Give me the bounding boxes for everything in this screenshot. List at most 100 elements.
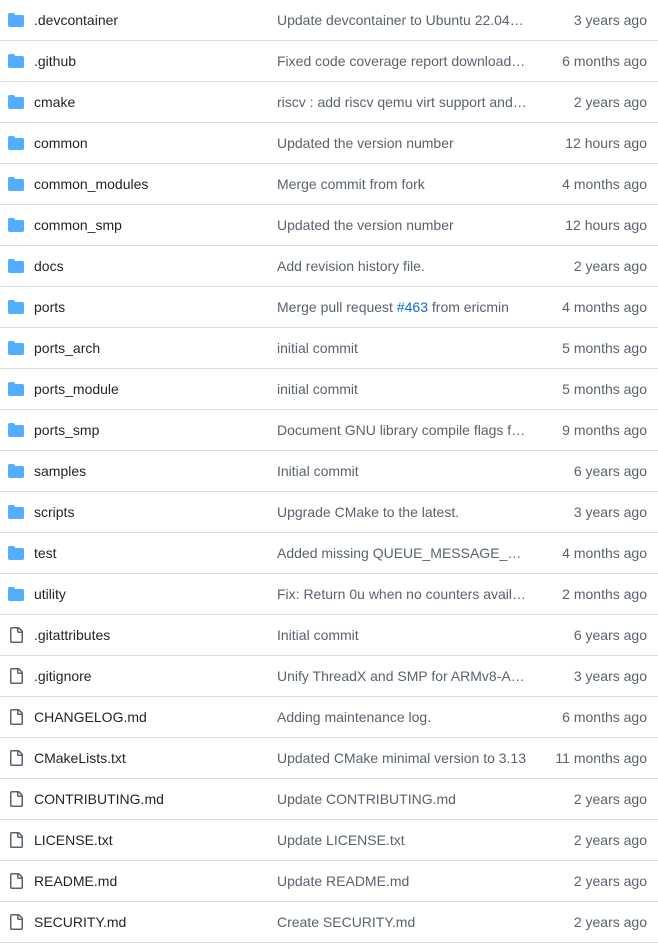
commit-age: 11 months ago [555,750,647,766]
table-row: ports_module initial commit 5 months ago [0,369,658,410]
file-name-link[interactable]: ports_smp [34,410,99,450]
commit-message-link[interactable]: riscv : add riscv qemu virt support and … [277,82,527,122]
table-row: samples Initial commit 6 years ago [0,451,658,492]
table-row: .gitignore Unify ThreadX and SMP for ARM… [0,656,658,697]
commit-message-link[interactable]: Update README.md [277,861,527,901]
table-row: CMakeLists.txt Updated CMake minimal ver… [0,738,658,779]
folder-icon [8,12,24,28]
folder-icon [8,217,24,233]
file-icon [8,750,24,766]
commit-age: 2 years ago [573,94,647,110]
commit-message-link[interactable]: Initial commit [277,451,527,491]
table-row: .devcontainer Update devcontainer to Ubu… [0,0,658,41]
file-icon [8,791,24,807]
commit-age: 2 years ago [573,873,647,889]
commit-message-link[interactable]: Updated the version number [277,205,527,245]
commit-age: 5 months ago [562,381,647,397]
pull-request-link[interactable]: #463 [397,299,428,315]
commit-age: 2 years ago [573,832,647,848]
commit-message-link[interactable]: initial commit [277,328,527,368]
file-name-link[interactable]: .gitattributes [34,615,110,655]
commit-message-link[interactable]: initial commit [277,369,527,409]
table-row: common Updated the version number 12 hou… [0,123,658,164]
commit-message-link[interactable]: Document GNU library compile flags for p… [277,410,527,450]
file-name-link[interactable]: common_smp [34,205,122,245]
commit-message-link[interactable]: Create SECURITY.md [277,902,527,942]
table-row: README.md Update README.md 2 years ago [0,861,658,902]
commit-age: 4 months ago [562,299,647,315]
table-row: .github Fixed code coverage report downl… [0,41,658,82]
file-name-link[interactable]: scripts [34,492,74,532]
commit-message-link[interactable]: Update LICENSE.txt [277,820,527,860]
file-name-link[interactable]: ports_module [34,369,119,409]
commit-message-link[interactable]: Upgrade CMake to the latest. [277,492,527,532]
commit-message-link[interactable]: Added missing QUEUE_MESSAGE_MAX_SIZE che… [277,533,527,573]
file-name-link[interactable]: LICENSE.txt [34,820,113,860]
folder-icon [8,94,24,110]
commit-message-link[interactable]: Add revision history file. [277,246,527,286]
file-name-link[interactable]: SECURITY.md [34,902,126,942]
folder-icon [8,422,24,438]
commit-age: 2 years ago [573,914,647,930]
commit-message-link[interactable]: Updated CMake minimal version to 3.13 [277,738,527,778]
commit-age: 2 years ago [573,258,647,274]
table-row: ports_smp Document GNU library compile f… [0,410,658,451]
file-name-link[interactable]: CHANGELOG.md [34,697,147,737]
commit-message-text: from ericmin [428,299,509,315]
commit-message-link[interactable]: Unify ThreadX and SMP for ARMv8-A. (#1) [277,656,527,696]
commit-message-link[interactable]: Initial commit [277,615,527,655]
file-name-link[interactable]: CONTRIBUTING.md [34,779,164,819]
folder-icon [8,381,24,397]
file-name-link[interactable]: common [34,123,88,163]
table-row: cmake riscv : add riscv qemu virt suppor… [0,82,658,123]
commit-message-link[interactable]: Update devcontainer to Ubuntu 22.04 and … [277,0,527,40]
file-name-link[interactable]: README.md [34,861,117,901]
table-row: test Added missing QUEUE_MESSAGE_MAX_SIZ… [0,533,658,574]
file-icon [8,668,24,684]
commit-message-link[interactable]: Merge commit from fork [277,164,527,204]
file-name-link[interactable]: .gitignore [34,656,92,696]
file-name-link[interactable]: utility [34,574,66,614]
commit-message-link[interactable]: Update CONTRIBUTING.md [277,779,527,819]
table-row: ports Merge pull request #463 from ericm… [0,287,658,328]
commit-age: 12 hours ago [565,217,647,233]
commit-message-link[interactable]: Adding maintenance log. [277,697,527,737]
commit-age: 3 years ago [573,668,647,684]
table-row: CONTRIBUTING.md Update CONTRIBUTING.md 2… [0,779,658,820]
commit-age: 2 years ago [573,791,647,807]
file-name-link[interactable]: ports_arch [34,328,100,368]
file-icon [8,709,24,725]
file-name-link[interactable]: common_modules [34,164,148,204]
commit-age: 2 months ago [562,586,647,602]
folder-icon [8,135,24,151]
commit-age: 9 months ago [562,422,647,438]
file-name-link[interactable]: test [34,533,57,573]
file-name-link[interactable]: samples [34,451,86,491]
table-row: .gitattributes Initial commit 6 years ag… [0,615,658,656]
commit-message-text: Merge pull request [277,299,397,315]
table-row: ports_arch initial commit 5 months ago [0,328,658,369]
file-name-link[interactable]: .github [34,41,76,81]
commit-message-link[interactable]: Fix: Return 0u when no counters availabl… [277,574,527,614]
table-row: docs Add revision history file. 2 years … [0,246,658,287]
commit-message-link[interactable]: Updated the version number [277,123,527,163]
commit-message-link[interactable]: Merge pull request #463 from ericmin [277,287,527,327]
table-row: common_modules Merge commit from fork 4 … [0,164,658,205]
file-icon [8,914,24,930]
file-name-link[interactable]: CMakeLists.txt [34,738,126,778]
table-row: scripts Upgrade CMake to the latest. 3 y… [0,492,658,533]
file-name-link[interactable]: cmake [34,82,75,122]
folder-icon [8,53,24,69]
table-row: LICENSE.txt Update LICENSE.txt 2 years a… [0,820,658,861]
commit-age: 4 months ago [562,176,647,192]
commit-message-link[interactable]: Fixed code coverage report download arti… [277,41,527,81]
file-name-link[interactable]: ports [34,287,65,327]
commit-age: 5 months ago [562,340,647,356]
commit-age: 12 hours ago [565,135,647,151]
folder-icon [8,586,24,602]
file-name-link[interactable]: docs [34,246,64,286]
table-row: common_smp Updated the version number 12… [0,205,658,246]
commit-age: 6 years ago [573,627,647,643]
file-name-link[interactable]: .devcontainer [34,0,118,40]
folder-icon [8,504,24,520]
